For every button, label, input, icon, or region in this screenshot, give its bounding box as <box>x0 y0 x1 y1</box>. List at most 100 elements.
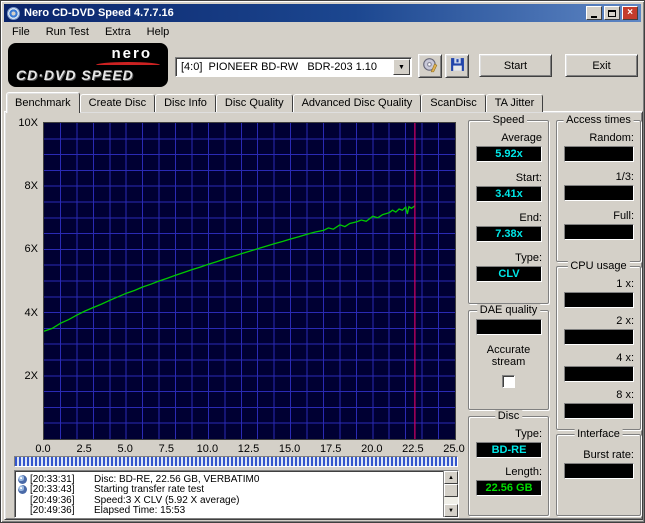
cpu-8x-label: 8 x: <box>616 389 634 401</box>
average-speed-value: 5.92x <box>476 146 542 162</box>
disc-type-label: Type: <box>515 428 542 440</box>
speed-type-label: Type: <box>515 252 542 264</box>
speed-type-value: CLV <box>476 266 542 282</box>
cpu-1x-label: 1 x: <box>616 278 634 290</box>
y-tick-label: 8X <box>24 180 38 193</box>
cpu-4x-value <box>564 366 634 382</box>
cpu-2x-value <box>564 329 634 345</box>
scroll-thumb[interactable] <box>444 484 458 497</box>
log-timestamp: [20:33:43] <box>30 484 75 496</box>
menu-file[interactable]: File <box>4 24 38 40</box>
scroll-down-button[interactable]: ▼ <box>444 504 458 517</box>
log-timestamp: [20:49:36] <box>30 494 75 506</box>
random-access-value <box>564 146 634 162</box>
save-button[interactable] <box>445 54 469 78</box>
menu-help[interactable]: Help <box>139 24 178 40</box>
app-window: Nero CD-DVD Speed 4.7.7.16 × File Run Te… <box>0 0 645 523</box>
x-tick-label: 5.0 <box>117 443 133 455</box>
benchmark-plot <box>43 122 456 440</box>
x-tick-label: 15.0 <box>278 443 301 455</box>
dropdown-arrow-icon[interactable]: ▼ <box>393 59 410 75</box>
tab-strip: Benchmark Create Disc Disc Info Disc Qua… <box>6 91 544 113</box>
benchmark-page: 10X 8X 6X 4X 2X 0.0 2.5 5.0 7.5 10.0 12.5 15.0 17.5… <box>4 111 643 520</box>
disc-length-label: Length: <box>505 466 542 478</box>
chart-y-axis-labels: 10X 8X 6X 4X 2X <box>9 117 41 440</box>
close-button[interactable]: × <box>622 6 638 20</box>
dae-quality-group: DAE quality Accurate stream <box>468 304 549 410</box>
progress-bar-fill <box>15 457 457 466</box>
window-controls: × <box>586 6 638 20</box>
maximize-button[interactable] <box>604 6 620 20</box>
full-access-value <box>564 224 634 240</box>
nero-logo: nero CD·DVD SPEED <box>8 43 168 87</box>
interface-group-title: Interface <box>574 428 623 440</box>
disc-length-value: 22.56 GB <box>476 480 542 496</box>
log-timestamp: [20:33:31] <box>30 473 75 485</box>
access-times-group: Access times Random: 1/3: Full: <box>556 114 641 262</box>
speed-group-title: Speed <box>489 114 528 126</box>
accurate-stream-label: Accurate stream <box>486 344 531 368</box>
x-tick-label: 22.5 <box>402 443 424 455</box>
tab-advanced-disc-quality[interactable]: Advanced Disc Quality <box>292 94 422 112</box>
menu-run-test[interactable]: Run Test <box>38 24 97 40</box>
tab-benchmark[interactable]: Benchmark <box>6 92 80 113</box>
log-row: [20:33:31] Disc: BD-RE, 22.56 GB, VERBAT… <box>18 474 441 485</box>
dae-quality-title: DAE quality <box>476 304 541 316</box>
x-tick-label: 25.0 <box>443 443 465 455</box>
one-third-access-label: 1/3: <box>615 171 634 183</box>
window-title: Nero CD-DVD Speed 4.7.7.16 <box>24 7 174 19</box>
tab-create-disc[interactable]: Create Disc <box>79 94 156 112</box>
cpu-usage-group: CPU usage 1 x: 2 x: 4 x: 8 x: <box>556 260 641 430</box>
full-access-label: Full: <box>613 210 634 222</box>
tab-ta-jitter[interactable]: TA Jitter <box>485 94 544 112</box>
log-list: [20:33:31] Disc: BD-RE, 22.56 GB, VERBAT… <box>15 471 443 517</box>
disc-tool-button[interactable] <box>418 54 442 78</box>
end-speed-value: 7.38x <box>476 226 542 242</box>
disc-type-value: BD-RE <box>476 442 542 458</box>
log-message: Starting transfer rate test <box>94 484 205 496</box>
menu-extra[interactable]: Extra <box>97 24 139 40</box>
nero-brand-text: nero <box>111 45 152 62</box>
log-timestamp: [20:49:36] <box>30 505 75 517</box>
disc-icon <box>18 474 27 484</box>
drive-select[interactable]: [4:0] PIONEER BD-RW BDR-203 1.10 ▼ <box>175 57 412 77</box>
progress-bar <box>14 456 458 467</box>
scroll-track[interactable] <box>444 484 458 504</box>
log-message: Disc: BD-RE, 22.56 GB, VERBATIM0 <box>94 473 260 485</box>
average-label: Average <box>501 132 542 144</box>
x-tick-label: 10.0 <box>196 443 219 455</box>
start-button[interactable]: Start <box>479 54 552 77</box>
start-speed-label: Start: <box>515 172 542 184</box>
app-icon <box>7 6 20 20</box>
chart-x-axis-labels: 0.0 2.5 5.0 7.5 10.0 12.5 15.0 17.5 20.0 22.5 25.0 <box>35 443 464 455</box>
minimize-button[interactable] <box>586 6 602 20</box>
burst-rate-value <box>564 463 634 479</box>
exit-button[interactable]: Exit <box>565 54 638 77</box>
title-bar: Nero CD-DVD Speed 4.7.7.16 × <box>4 4 641 22</box>
minimize-icon <box>591 15 597 18</box>
log-message: Elapsed Time: 15:53 <box>94 505 186 517</box>
interface-group: Interface Burst rate: <box>556 428 641 516</box>
scroll-up-button[interactable]: ▲ <box>444 471 458 484</box>
access-times-title: Access times <box>563 114 634 126</box>
tab-disc-info[interactable]: Disc Info <box>155 94 216 112</box>
log-scrollbar[interactable]: ▲ ▼ <box>443 471 458 517</box>
disc-group: Disc Type: BD-RE Length: 22.56 GB <box>468 410 549 516</box>
disc-icon <box>18 485 27 495</box>
cpu-4x-label: 4 x: <box>616 352 634 364</box>
y-tick-label: 2X <box>24 369 38 382</box>
tab-scandisc[interactable]: ScanDisc <box>421 94 486 112</box>
tab-disc-quality[interactable]: Disc Quality <box>215 94 293 112</box>
cpu-2x-label: 2 x: <box>616 315 634 327</box>
cpu-1x-value <box>564 292 634 308</box>
disc-hand-icon <box>422 57 438 76</box>
maximize-icon <box>608 9 616 17</box>
floppy-icon <box>450 57 465 75</box>
x-tick-label: 0.0 <box>35 443 51 455</box>
x-tick-label: 2.5 <box>76 443 92 455</box>
log-row: [20:49:36] Elapsed Time: 15:53 <box>18 505 441 517</box>
disc-group-title: Disc <box>494 410 523 422</box>
cpu-8x-value <box>564 403 634 419</box>
x-tick-label: 12.5 <box>237 443 260 455</box>
end-speed-label: End: <box>519 212 542 224</box>
